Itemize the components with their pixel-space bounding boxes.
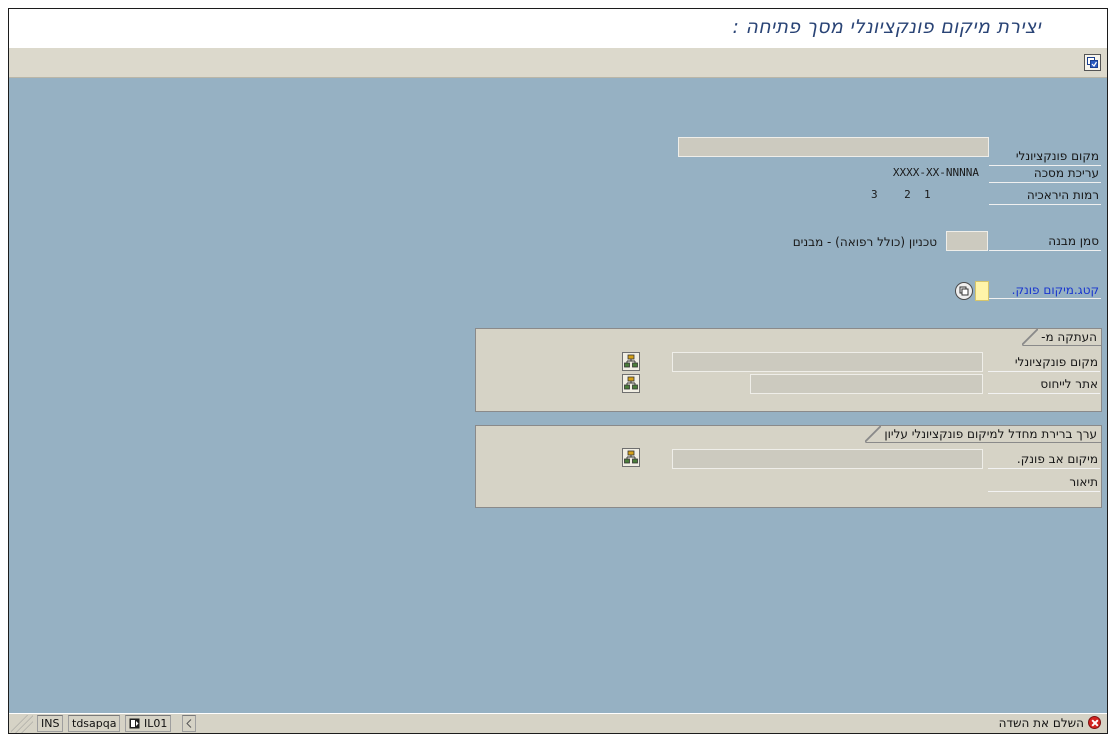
copy-from-functional-location-label: מקום פונקציונלי [988, 353, 1100, 372]
default-superior-group: ערך ברירת מחדל למיקום פונקציונלי עליון מ… [475, 425, 1102, 508]
structure-tree-icon[interactable] [622, 374, 640, 393]
insert-mode-indicator: INS [37, 715, 64, 732]
edit-mask-value: XXXX-XX-NNNNA [892, 166, 979, 179]
session-icon [129, 718, 140, 729]
status-message: השלם את השדה [999, 716, 1101, 732]
error-icon [1088, 716, 1101, 729]
default-superior-title: ערך ברירת מחדל למיקום פונקציונלי עליון [865, 426, 1101, 443]
superior-location-label: מיקום אב פונק. [988, 450, 1100, 469]
reference-site-label: אתר לייחוס [988, 375, 1100, 394]
copy-from-title: העתקה מ- [1022, 329, 1101, 346]
category-input[interactable] [975, 281, 989, 301]
hierarchy-levels-label: רמות היראכיה [989, 186, 1101, 205]
copy-from-functional-location-input[interactable] [672, 352, 983, 372]
server-name: tdsapqa [68, 715, 121, 732]
sap-window: יצירת מיקום פונקציונלי מסך פתיחה : מקום … [8, 8, 1108, 734]
status-expand-arrow-icon[interactable] [182, 715, 196, 732]
edit-mask-label: עריכת מסכה [989, 164, 1101, 183]
functional-location-input[interactable] [678, 137, 989, 157]
status-message-text: השלם את השדה [998, 716, 1084, 730]
copy-from-group: העתקה מ- מקום פונקציונלי אתר לייחוס [475, 328, 1102, 412]
resize-grip-icon[interactable] [11, 715, 33, 733]
superior-location-input[interactable] [672, 449, 983, 469]
status-bar: INS tdsapqa IL01 השלם את השדה [9, 713, 1107, 733]
screen-title: יצירת מיקום פונקציונלי מסך פתיחה : [732, 16, 1041, 38]
structure-tree-icon[interactable] [622, 448, 640, 467]
hierarchy-levels-value: 3 2 1 [871, 188, 931, 201]
category-link[interactable]: קטג.מיקום פונק. [989, 281, 1101, 299]
application-toolbar [9, 48, 1107, 78]
structure-tree-icon[interactable] [622, 352, 640, 371]
client-indicator[interactable]: IL01 [125, 715, 172, 732]
structure-indicator-label: סמן מבנה [989, 232, 1101, 251]
structure-indicator-text: טכניון (כולל רפואה) - מבנים [792, 235, 937, 249]
client-code: IL01 [144, 717, 168, 730]
possible-entries-icon[interactable] [955, 282, 973, 300]
structure-indicator-input[interactable] [946, 231, 988, 251]
copy-icon[interactable] [1084, 54, 1101, 71]
description-label: תיאור [988, 473, 1100, 492]
reference-site-input[interactable] [750, 374, 983, 394]
title-bar: יצירת מיקום פונקציונלי מסך פתיחה : [9, 9, 1107, 48]
